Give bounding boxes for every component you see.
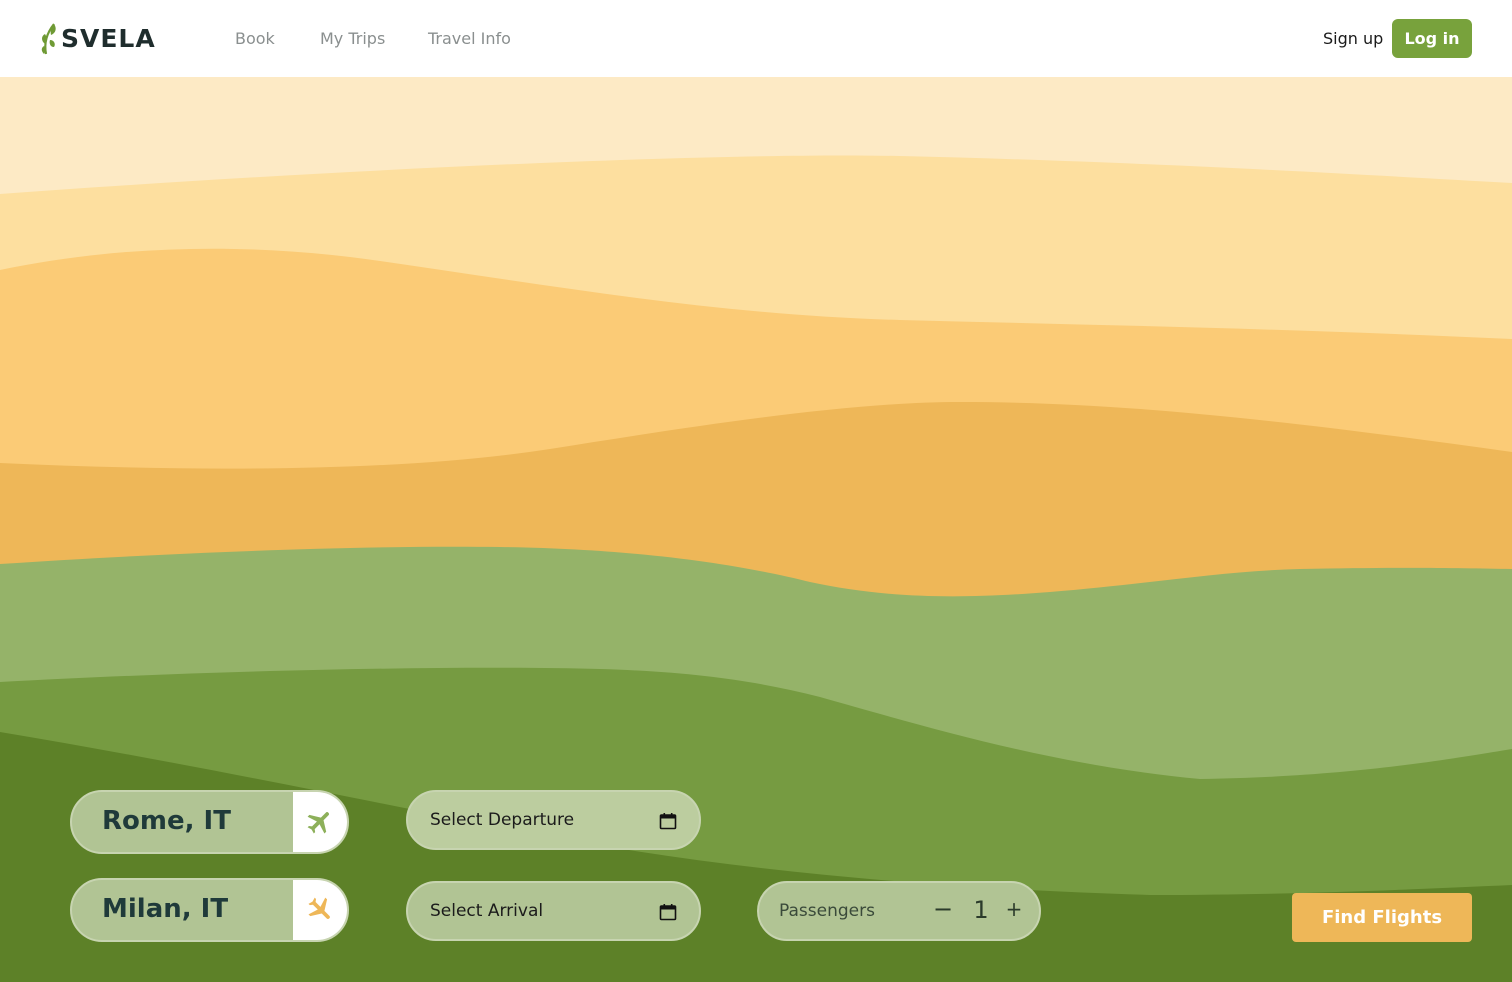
destination-city-value: Milan, IT — [102, 894, 229, 924]
decrement-passengers-button[interactable]: − — [933, 895, 953, 923]
destination-city-field[interactable]: Milan, IT — [70, 878, 349, 942]
arrival-date-label: Select Arrival — [430, 901, 544, 921]
calendar-icon[interactable] — [659, 812, 677, 830]
log-in-button[interactable]: Log in — [1392, 19, 1472, 58]
increment-passengers-button[interactable]: + — [1004, 897, 1024, 921]
origin-city-value: Rome, IT — [102, 806, 231, 836]
passengers-count: 1 — [973, 896, 989, 924]
brand-logo[interactable]: SVELA — [40, 20, 156, 56]
leaf-icon — [41, 23, 56, 55]
brand-name: SVELA — [61, 23, 156, 53]
nav-link-book[interactable]: Book — [235, 29, 275, 48]
find-flights-button[interactable]: Find Flights — [1292, 893, 1472, 942]
nav-link-travel-info[interactable]: Travel Info — [428, 29, 511, 48]
passengers-stepper: Passengers − 1 + — [757, 881, 1041, 941]
departure-date-input[interactable]: Select Departure — [406, 790, 701, 850]
nav-link-my-trips[interactable]: My Trips — [320, 29, 385, 48]
plane-landing-icon — [293, 880, 347, 940]
sign-up-link[interactable]: Sign up — [1323, 29, 1383, 48]
plane-takeoff-icon — [293, 792, 347, 852]
origin-city-field[interactable]: Rome, IT — [70, 790, 349, 854]
departure-date-label: Select Departure — [430, 810, 575, 830]
arrival-date-input[interactable]: Select Arrival — [406, 881, 701, 941]
top-navbar: SVELA Book My Trips Travel Info Sign up … — [0, 0, 1512, 77]
calendar-icon[interactable] — [659, 903, 677, 921]
passengers-label: Passengers — [779, 901, 875, 921]
